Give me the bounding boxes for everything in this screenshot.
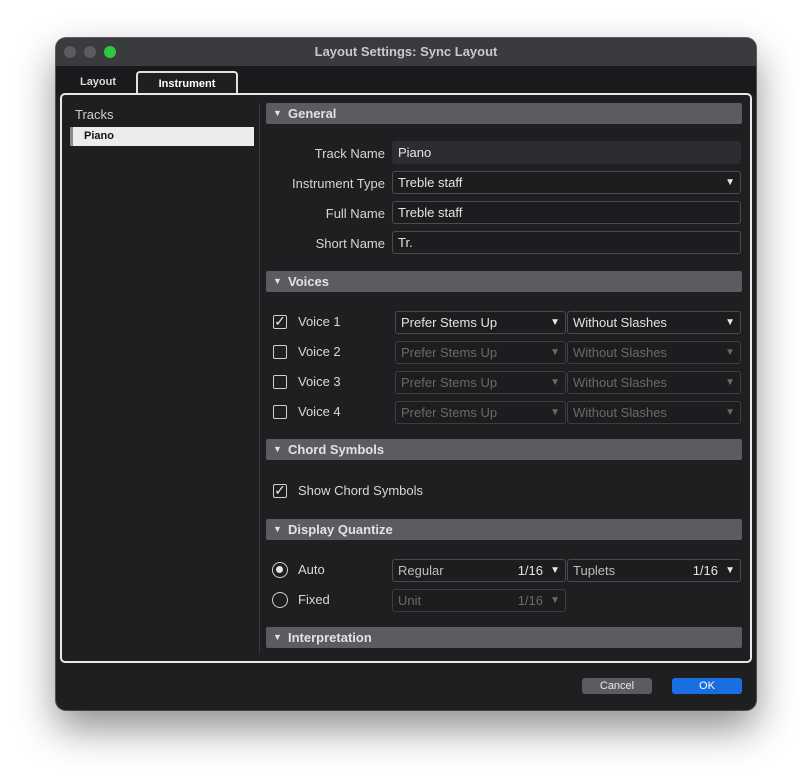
title-bar: Layout Settings: Sync Layout [56, 38, 756, 67]
instrument-panel: Tracks Piano ▼ General Track Name Piano … [60, 93, 752, 663]
voice-2-slashes-value: Without Slashes [573, 345, 667, 360]
quantize-fixed-radio[interactable] [272, 592, 288, 608]
voice-2-label: Voice 2 [298, 344, 341, 359]
dropdown-arrow-icon: ▼ [550, 377, 560, 388]
voice-2-stems-select[interactable]: Prefer Stems Up ▼ [395, 341, 566, 364]
short-name-field[interactable]: Tr. [392, 231, 741, 254]
tab-bar: Layout Instrument [56, 66, 756, 96]
show-chord-symbols-label: Show Chord Symbols [298, 483, 423, 498]
triangle-down-icon: ▼ [273, 632, 282, 642]
short-name-label: Short Name [315, 236, 385, 251]
voice-1-slashes-value: Without Slashes [573, 315, 667, 330]
voice-4-slashes-select[interactable]: Without Slashes ▼ [567, 401, 741, 424]
instrument-type-value: Treble staff [398, 175, 463, 190]
section-general-label: General [288, 106, 337, 121]
dropdown-arrow-icon: ▼ [725, 377, 735, 388]
voice-1-stems-value: Prefer Stems Up [401, 315, 498, 330]
section-display-quantize-label: Display Quantize [288, 522, 393, 537]
cancel-button[interactable]: Cancel [582, 678, 652, 694]
track-name-value: Piano [398, 145, 432, 160]
voice-4-label: Voice 4 [298, 404, 341, 419]
voice-2-checkbox[interactable] [273, 345, 287, 359]
section-interpretation[interactable]: ▼ Interpretation [266, 627, 742, 648]
section-interpretation-label: Interpretation [288, 630, 372, 645]
dropdown-arrow-icon: ▼ [725, 177, 735, 188]
tuplets-value: 1/16 [692, 563, 718, 578]
tuplets-label: Tuplets [573, 563, 616, 578]
full-name-value: Treble staff [398, 205, 463, 220]
dropdown-arrow-icon: ▼ [725, 565, 735, 576]
voice-4-stems-value: Prefer Stems Up [401, 405, 498, 420]
dropdown-arrow-icon: ▼ [550, 407, 560, 418]
unit-quantize-select[interactable]: Unit 1/16 ▼ [392, 589, 566, 612]
dropdown-arrow-icon: ▼ [550, 317, 560, 328]
tuplets-quantize-select[interactable]: Tuplets 1/16 ▼ [567, 559, 741, 582]
voice-3-slashes-select[interactable]: Without Slashes ▼ [567, 371, 741, 394]
voice-3-label: Voice 3 [298, 374, 341, 389]
section-voices-label: Voices [288, 274, 329, 289]
section-voices[interactable]: ▼ Voices [266, 271, 742, 292]
tab-layout[interactable]: Layout [66, 71, 130, 94]
radio-selected-dot [276, 566, 283, 573]
triangle-down-icon: ▼ [273, 524, 282, 534]
short-name-value: Tr. [398, 235, 413, 250]
panel-splitter[interactable] [259, 103, 260, 653]
show-chord-symbols-checkbox[interactable]: ✓ [273, 482, 287, 498]
layout-settings-window: Layout Settings: Sync Layout Layout Inst… [56, 38, 756, 710]
dropdown-arrow-icon: ▼ [725, 347, 735, 358]
track-item-piano[interactable]: Piano [70, 127, 254, 146]
check-icon: ✓ [274, 313, 286, 329]
section-general[interactable]: ▼ General [266, 103, 742, 124]
voice-1-stems-select[interactable]: Prefer Stems Up ▼ [395, 311, 566, 334]
triangle-down-icon: ▼ [273, 276, 282, 286]
voice-1-slashes-select[interactable]: Without Slashes ▼ [567, 311, 741, 334]
dropdown-arrow-icon: ▼ [550, 347, 560, 358]
section-display-quantize[interactable]: ▼ Display Quantize [266, 519, 742, 540]
window-title: Layout Settings: Sync Layout [314, 44, 498, 59]
voice-3-slashes-value: Without Slashes [573, 375, 667, 390]
section-chord-symbols[interactable]: ▼ Chord Symbols [266, 439, 742, 460]
voice-3-checkbox[interactable] [273, 375, 287, 389]
track-name-field: Piano [392, 141, 741, 164]
triangle-down-icon: ▼ [273, 444, 282, 454]
unit-value: 1/16 [517, 593, 543, 608]
voice-4-stems-select[interactable]: Prefer Stems Up ▼ [395, 401, 566, 424]
track-name-label: Track Name [314, 146, 385, 161]
quantize-auto-label: Auto [298, 562, 325, 577]
full-name-label: Full Name [325, 206, 385, 221]
full-name-field[interactable]: Treble staff [392, 201, 741, 224]
triangle-down-icon: ▼ [273, 108, 282, 118]
dropdown-arrow-icon: ▼ [550, 565, 560, 576]
voice-2-slashes-select[interactable]: Without Slashes ▼ [567, 341, 741, 364]
voice-3-stems-value: Prefer Stems Up [401, 375, 498, 390]
quantize-auto-radio[interactable] [272, 562, 288, 578]
voice-1-checkbox[interactable]: ✓ [273, 313, 287, 329]
dropdown-arrow-icon: ▼ [725, 407, 735, 418]
tracks-title: Tracks [75, 107, 114, 122]
unit-label: Unit [398, 593, 422, 608]
voice-1-label: Voice 1 [298, 314, 341, 329]
check-icon: ✓ [274, 482, 286, 498]
dropdown-arrow-icon: ▼ [550, 595, 560, 606]
instrument-type-label: Instrument Type [292, 176, 385, 191]
section-chord-symbols-label: Chord Symbols [288, 442, 385, 457]
regular-value: 1/16 [517, 563, 543, 578]
instrument-type-select[interactable]: Treble staff ▼ [392, 171, 741, 194]
voice-3-stems-select[interactable]: Prefer Stems Up ▼ [395, 371, 566, 394]
ok-button[interactable]: OK [672, 678, 742, 694]
voice-4-slashes-value: Without Slashes [573, 405, 667, 420]
regular-label: Regular [398, 563, 444, 578]
regular-quantize-select[interactable]: Regular 1/16 ▼ [392, 559, 566, 582]
dropdown-arrow-icon: ▼ [725, 317, 735, 328]
voice-4-checkbox[interactable] [273, 405, 287, 419]
voice-2-stems-value: Prefer Stems Up [401, 345, 498, 360]
quantize-fixed-label: Fixed [298, 592, 330, 607]
